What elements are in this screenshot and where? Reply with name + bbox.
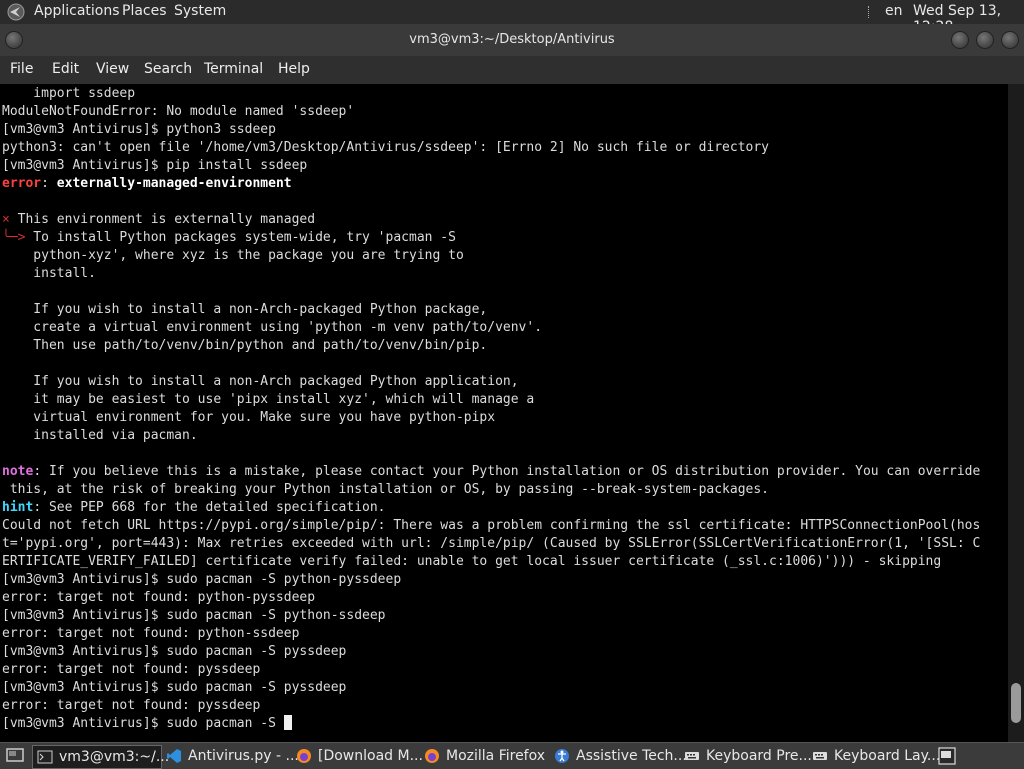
terminal-line: error: target not found: python-pyssdeep [2,590,316,605]
taskbar-button-label: [Download M... [318,748,423,764]
terminal-line: error: externally-managed-environment [2,176,292,191]
terminal-line: error: target not found: python-ssdeep [2,626,300,641]
terminal-cursor [283,715,292,730]
terminal-scrollbar[interactable] [1008,84,1024,742]
taskbar-button-label: vm3@vm3:~/... [59,749,170,765]
accessibility-icon [555,749,569,763]
terminal-lines: import ssdeep ModuleNotFoundError: No mod… [2,85,980,733]
keyboard-icon [813,752,827,760]
workspace-switcher-icon[interactable] [938,747,956,765]
terminal-line: [vm3@vm3 Antivirus]$ sudo pacman -S pyth… [2,608,386,623]
firefox-icon [297,749,311,763]
terminal-line: Could not fetch URL https://pypi.org/sim… [2,518,981,533]
menu-terminal[interactable]: Terminal [204,61,263,77]
applications-menu[interactable]: Applications [34,3,120,19]
top-panel: Applications Places System en Wed Sep 13… [0,0,1024,35]
terminal-line: t='pypi.org', port=443): Max retries exc… [2,536,981,551]
close-button[interactable] [1001,31,1019,49]
terminal-line: [vm3@vm3 Antivirus]$ pip install ssdeep [2,158,308,173]
distro-logo-icon[interactable] [6,3,26,21]
terminal-line: this, at the risk of breaking your Pytho… [2,482,770,497]
taskbar: vm3@vm3:~/... Antivirus.py - ... [Download… [0,742,1024,769]
terminal-line: install. [2,266,96,281]
window-title-bar[interactable]: vm3@vm3:~/Desktop/Antivirus [0,24,1024,56]
terminal-line: [vm3@vm3 Antivirus]$ sudo pacman -S pyth… [2,572,402,587]
keyboard-layout-indicator[interactable]: en [885,3,903,19]
show-desktop-icon[interactable] [6,747,24,763]
terminal-line: error: target not found: pyssdeep [2,698,261,713]
terminal-line: installed via pacman. [2,428,198,443]
terminal-line: [vm3@vm3 Antivirus]$ sudo pacman -S pyss… [2,644,347,659]
places-menu[interactable]: Places [122,3,167,19]
terminal-line: ModuleNotFoundError: No module named 'ss… [2,104,355,119]
terminal-line: ╰─> To install Python packages system-wi… [2,230,456,245]
terminal-line: error: target not found: pyssdeep [2,662,261,677]
terminal-line: [vm3@vm3 Antivirus]$ python3 ssdeep [2,122,276,137]
terminal-line: python-xyz', where xyz is the package yo… [2,248,464,263]
terminal-line: hint: See PEP 668 for the detailed speci… [2,500,386,515]
terminal-line: [vm3@vm3 Antivirus]$ sudo pacman -S pyss… [2,680,347,695]
keyboard-icon [685,752,699,760]
vscode-icon [167,749,181,763]
menu-view[interactable]: View [96,61,129,77]
system-menu[interactable]: System [174,3,226,19]
terminal-line: import ssdeep [2,86,136,101]
taskbar-button-label: Keyboard Pre... [706,748,812,764]
terminal-line: [vm3@vm3 Antivirus]$ sudo pacman -S [2,715,980,733]
taskbar-button[interactable]: Antivirus.py - ... [162,745,299,767]
menu-help[interactable]: Help [278,61,310,77]
terminal-line: python3: can't open file '/home/vm3/Desk… [2,140,770,155]
taskbar-button[interactable]: Keyboard Lay... [808,745,940,767]
terminal-line: virtual environment for you. Make sure y… [2,410,496,425]
terminal-line: note: If you believe this is a mistake, … [2,464,981,479]
firefox-icon [425,749,439,763]
window-title: vm3@vm3:~/Desktop/Antivirus [409,32,615,47]
taskbar-button[interactable]: vm3@vm3:~/... [32,745,169,769]
taskbar-button[interactable]: [Download M... [292,745,423,767]
taskbar-button-label: Keyboard Lay... [834,748,941,764]
panel-separator [868,6,871,18]
menu-search[interactable]: Search [144,61,192,77]
terminal-line: If you wish to install a non-Arch packag… [2,374,519,389]
taskbar-button[interactable]: Keyboard Pre... [680,745,812,767]
terminal-output[interactable]: import ssdeep ModuleNotFoundError: No mod… [0,84,1008,742]
taskbar-button[interactable]: Assistive Tech... [550,745,687,767]
terminal-line: create a virtual environment using 'pyth… [2,320,543,335]
terminal-line: If you wish to install a non-Arch-packag… [2,302,488,317]
taskbar-button-label: Mozilla Firefox [446,748,546,764]
terminal-line: × This environment is externally managed [2,212,316,227]
maximize-button[interactable] [976,31,994,49]
menu-bar: File Edit View Search Terminal Help [0,56,1024,84]
terminal-icon [37,750,53,764]
menu-file[interactable]: File [10,61,33,77]
terminal-line: ERTIFICATE_VERIFY_FAILED] certificate ve… [2,554,942,569]
scrollbar-thumb[interactable] [1011,683,1021,723]
minimize-button[interactable] [951,31,969,49]
taskbar-button-label: Antivirus.py - ... [188,748,299,764]
taskbar-button[interactable]: Mozilla Firefox [420,745,548,767]
menu-edit[interactable]: Edit [52,61,79,77]
terminal-line: Then use path/to/venv/bin/python and pat… [2,338,488,353]
terminal-line: it may be easiest to use 'pipx install x… [2,392,535,407]
taskbar-button-label: Assistive Tech... [576,748,687,764]
